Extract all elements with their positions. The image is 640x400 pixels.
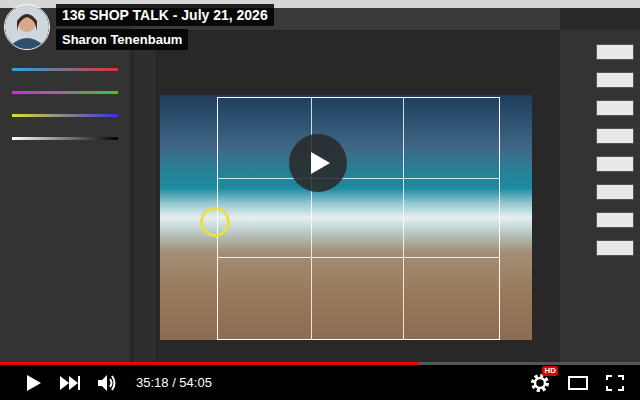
control-bar: 35:18 / 54:05 HD [0,365,640,400]
hd-badge: HD [542,366,558,376]
crop-line [218,178,499,179]
picture-layers-panel [560,30,640,362]
time-display: 35:18 / 54:05 [136,375,212,390]
picture-slider [12,68,118,71]
channel-avatar[interactable] [4,4,50,50]
big-play-button[interactable] [289,134,347,192]
picture-crop-box [217,97,500,340]
picture-toolbar [134,30,157,362]
next-button[interactable] [60,376,80,390]
picture-layer [596,44,634,60]
fullscreen-button[interactable] [606,375,624,391]
picture-left-panel [0,8,130,362]
picture-layer [596,156,634,172]
picture-beach [160,95,532,340]
video-header: 136 SHOP TALK - July 21, 2026 Sharon Tene… [4,4,274,50]
channel-name[interactable]: Sharon Tenenbaum [56,29,188,50]
gear-icon [530,373,550,393]
speaker-icon [98,374,118,392]
play-icon [26,374,42,392]
theater-icon [568,376,588,390]
picture-cursor [200,207,230,237]
picture-slider [12,114,118,117]
crop-line [403,98,404,339]
picture-layer [596,72,634,88]
picture-layer [596,184,634,200]
fullscreen-icon [606,375,624,391]
picture-layer [596,100,634,116]
picture-slider [12,91,118,94]
video-frame[interactable]: 136 SHOP TALK - July 21, 2026 Sharon Tene… [0,0,640,362]
play-icon [309,151,331,175]
theater-button[interactable] [568,376,588,390]
video-title[interactable]: 136 SHOP TALK - July 21, 2026 [56,4,274,26]
volume-button[interactable] [98,374,118,392]
picture-layer [596,240,634,256]
picture-slider [12,137,118,140]
video-player[interactable]: 136 SHOP TALK - July 21, 2026 Sharon Tene… [0,0,640,400]
picture-layer [596,212,634,228]
play-button[interactable] [26,374,42,392]
settings-button[interactable]: HD [530,373,550,393]
picture-layer [596,128,634,144]
next-icon [60,376,80,390]
person-icon [5,5,49,49]
crop-line [218,257,499,258]
